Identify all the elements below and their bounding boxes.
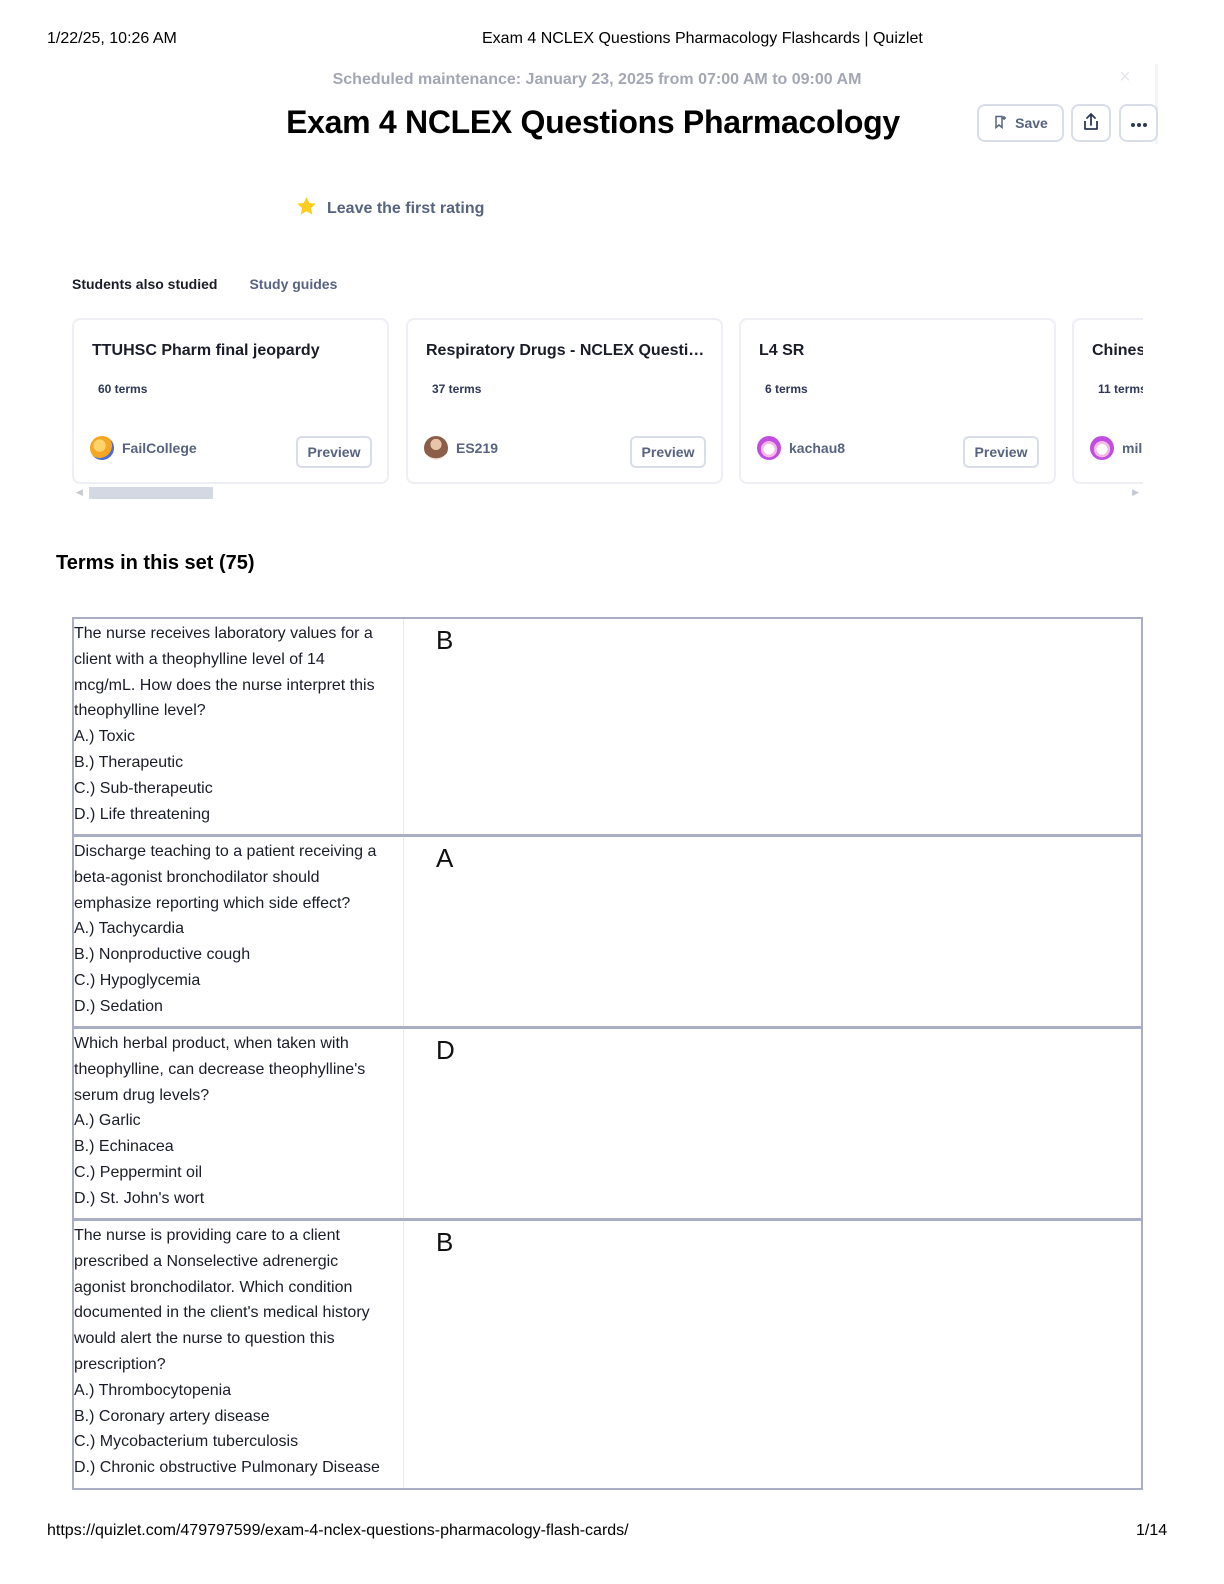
bookmark-icon — [993, 115, 1007, 132]
question-line: agonist bronchodilator. Which condition — [74, 1278, 353, 1296]
terms-table: The nurse receives laboratory values for… — [72, 617, 1143, 1490]
question-line: theophylline, can decrease theophylline'… — [74, 1060, 366, 1078]
related-sets-carousel: TTUHSC Pharm final jeopardy 60 terms Fai… — [72, 318, 1143, 488]
question-line: D.) St. John's wort — [74, 1189, 205, 1207]
share-icon — [1081, 112, 1101, 135]
question-line: A.) Toxic — [74, 728, 136, 746]
scrollbar-thumb[interactable] — [89, 487, 213, 499]
question-line: The nurse receives laboratory values for… — [74, 625, 373, 642]
term-question: Discharge teaching to a patient receivin… — [74, 837, 404, 1026]
term-row: The nurse is providing care to a client … — [72, 1219, 1143, 1490]
question-line: B.) Therapeutic — [74, 753, 184, 771]
card-term-count: 11 terms — [1098, 382, 1143, 396]
print-document-title: Exam 4 NCLEX Questions Pharmacology Flas… — [482, 30, 923, 47]
card-title: Chinese — [1092, 342, 1143, 359]
question-line: beta-agonist bronchodilator should — [74, 868, 320, 886]
author-name: FailCollege — [122, 440, 197, 456]
card-term-count: 37 terms — [432, 382, 482, 396]
author-name: kachau8 — [789, 440, 846, 456]
term-question: The nurse is providing care to a client … — [74, 1221, 404, 1488]
term-question: The nurse receives laboratory values for… — [74, 619, 404, 834]
term-row: Discharge teaching to a patient receivin… — [72, 835, 1143, 1028]
preview-button[interactable]: Preview — [630, 436, 706, 468]
preview-button[interactable]: Preview — [296, 436, 372, 468]
question-line: A.) Tachycardia — [74, 920, 184, 938]
save-label: Save — [1015, 115, 1048, 131]
carousel-scrollbar[interactable]: ◀ ▶ — [72, 486, 1143, 500]
close-icon[interactable]: × — [1114, 66, 1136, 88]
related-tabs: Students also studied Study guides — [72, 276, 337, 292]
question-line: C.) Peppermint oil — [74, 1163, 203, 1181]
term-answer: B — [436, 1227, 454, 1257]
author-name: ES219 — [456, 440, 499, 456]
question-line: C.) Hypoglycemia — [74, 971, 201, 989]
question-line: prescription? — [74, 1355, 166, 1373]
related-set-card[interactable]: TTUHSC Pharm final jeopardy 60 terms Fai… — [72, 318, 389, 484]
card-title: Respiratory Drugs - NCLEX Questio... — [426, 342, 706, 359]
question-line: would alert the nurse to question this — [74, 1330, 335, 1348]
avatar — [90, 436, 114, 460]
card-term-count: 6 terms — [765, 382, 808, 396]
ellipsis-icon — [1130, 115, 1148, 131]
card-author[interactable]: FailCollege — [90, 436, 197, 460]
question-line: client with a theophylline level of 14 — [74, 650, 325, 668]
author-name: milli — [1122, 440, 1143, 456]
rating-prompt[interactable]: Leave the first rating — [296, 196, 484, 221]
card-author[interactable]: kachau8 — [757, 436, 845, 460]
question-line: D.) Chronic obstructive Pulmonary Diseas… — [74, 1459, 380, 1477]
question-line: documented in the client's medical histo… — [74, 1304, 370, 1322]
term-answer: A — [436, 843, 454, 873]
question-line: B.) Coronary artery disease — [74, 1407, 270, 1425]
save-button[interactable]: Save — [977, 104, 1064, 142]
avatar — [757, 436, 781, 460]
card-title: TTUHSC Pharm final jeopardy — [92, 342, 320, 359]
question-line: C.) Sub-therapeutic — [74, 779, 213, 797]
question-line: C.) Mycobacterium tuberculosis — [74, 1433, 299, 1451]
question-line: mcg/mL. How does the nurse interpret thi… — [74, 676, 375, 694]
share-button[interactable] — [1071, 104, 1111, 142]
print-footer-url: https://quizlet.com/479797599/exam-4-ncl… — [47, 1522, 629, 1539]
tab-study-guides[interactable]: Study guides — [249, 276, 337, 292]
question-line: Which herbal product, when taken with — [74, 1035, 349, 1052]
question-line: A.) Thrombocytopenia — [74, 1381, 232, 1399]
rating-label: Leave the first rating — [327, 199, 485, 217]
star-icon — [296, 196, 317, 221]
card-term-count: 60 terms — [98, 382, 148, 396]
related-set-card[interactable]: L4 SR 6 terms kachau8 Preview — [739, 318, 1056, 484]
print-datetime: 1/22/25, 10:26 AM — [47, 30, 177, 47]
card-title: L4 SR — [759, 342, 805, 359]
question-line: A.) Garlic — [74, 1112, 141, 1130]
question-line: prescribed a Nonselective adrenergic — [74, 1252, 339, 1270]
question-line: B.) Echinacea — [74, 1138, 174, 1156]
preview-button[interactable]: Preview — [963, 436, 1039, 468]
term-row: Which herbal product, when taken with th… — [72, 1027, 1143, 1220]
question-line: D.) Life threatening — [74, 805, 211, 823]
question-line: emphasize reporting which side effect? — [74, 894, 351, 912]
question-line: B.) Nonproductive cough — [74, 946, 251, 964]
card-author[interactable]: ES219 — [424, 436, 498, 460]
tab-students-also-studied[interactable]: Students also studied — [72, 276, 217, 292]
terms-heading: Terms in this set (75) — [56, 552, 255, 574]
print-page-number: 1/14 — [1136, 1522, 1168, 1539]
question-line: The nurse is providing care to a client — [74, 1227, 340, 1244]
question-line: D.) Sedation — [74, 997, 163, 1015]
term-question: Which herbal product, when taken with th… — [74, 1029, 404, 1218]
maintenance-banner: Scheduled maintenance: January 23, 2025 … — [332, 71, 862, 88]
more-options-button[interactable] — [1119, 104, 1158, 142]
term-answer: B — [436, 625, 454, 655]
avatar — [424, 436, 448, 460]
scroll-right-arrow-icon[interactable]: ▶ — [1132, 487, 1139, 498]
question-line: serum drug levels? — [74, 1086, 210, 1104]
question-line: Discharge teaching to a patient receivin… — [74, 843, 377, 860]
scroll-left-arrow-icon[interactable]: ◀ — [76, 487, 83, 498]
term-answer: D — [436, 1035, 455, 1065]
term-row: The nurse receives laboratory values for… — [72, 617, 1143, 836]
related-set-card[interactable]: Respiratory Drugs - NCLEX Questio... 37 … — [406, 318, 723, 484]
question-line: theophylline level? — [74, 702, 206, 720]
card-author[interactable]: milli — [1090, 436, 1143, 460]
related-set-card[interactable]: Chinese 11 terms milli Preview — [1072, 318, 1143, 484]
avatar — [1090, 436, 1114, 460]
